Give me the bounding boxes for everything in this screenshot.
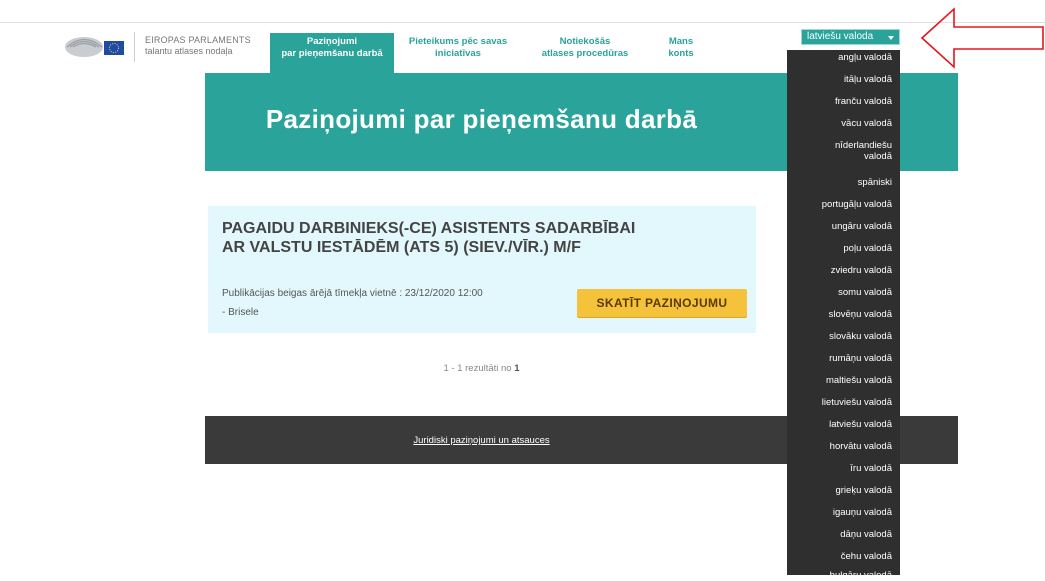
language-option[interactable]: somu valodā bbox=[792, 287, 892, 298]
language-option[interactable]: čehu valodā bbox=[792, 551, 892, 562]
nav-label-line2: atlases procedūras bbox=[541, 48, 629, 59]
logo-separator bbox=[134, 32, 135, 62]
language-option[interactable]: maltiešu valodā bbox=[792, 375, 892, 386]
caret-down-icon bbox=[888, 36, 894, 40]
results-text: 1 - 1 rezultāti no bbox=[443, 363, 515, 374]
language-option[interactable]: angļu valodā bbox=[792, 52, 892, 63]
selected-language: latviešu valoda bbox=[807, 31, 874, 42]
language-option[interactable]: horvātu valodā bbox=[792, 441, 892, 452]
nav-spontaneous-application[interactable]: Pieteikums pēc savas iniciatīvas bbox=[402, 33, 514, 73]
language-option[interactable]: poļu valodā bbox=[792, 243, 892, 254]
results-total: 1 bbox=[514, 363, 520, 374]
nav-ongoing-selections[interactable]: Notiekošās atlases procedūras bbox=[533, 33, 637, 73]
legal-notice-link[interactable]: Juridiski paziņojumi un atsauces bbox=[205, 435, 758, 446]
nav-label-line1: Pieteikums pēc savas bbox=[408, 36, 508, 47]
org-unit: talantu atlases nodaļa bbox=[145, 46, 233, 56]
language-option[interactable]: īru valodā bbox=[792, 463, 892, 474]
language-option[interactable]: zviedru valodā bbox=[792, 265, 892, 276]
language-option[interactable]: rumāņu valodā bbox=[792, 353, 892, 364]
results-count: 1 - 1 rezultāti no 1 bbox=[205, 363, 758, 374]
nav-label-line1: Paziņojumi bbox=[306, 36, 358, 47]
page-title: Paziņojumi par pieņemšanu darbā bbox=[265, 104, 698, 134]
job-location: - Brisele bbox=[222, 307, 259, 318]
european-parliament-logo[interactable] bbox=[62, 30, 132, 64]
nav-label-line2: par pieņemšanu darbā bbox=[281, 48, 383, 59]
language-option[interactable]: igauņu valodā bbox=[792, 507, 892, 518]
view-notice-button[interactable]: SKATĪT PAZIŅOJUMU bbox=[577, 289, 747, 317]
language-option[interactable]: ungāru valodā bbox=[792, 221, 892, 232]
nav-label-line1: Notiekošās bbox=[559, 36, 611, 47]
language-option[interactable]: slovēņu valodā bbox=[792, 309, 892, 320]
language-option[interactable]: bulgāru valodā bbox=[792, 570, 892, 581]
language-option[interactable]: dāņu valodā bbox=[792, 529, 892, 540]
nav-label-line1: Mans bbox=[668, 36, 694, 47]
language-option[interactable]: latviešu valodā bbox=[792, 419, 892, 430]
language-option[interactable]: portugāļu valodā bbox=[792, 199, 892, 210]
language-option[interactable]: nīderlandiešu valodā bbox=[830, 140, 892, 162]
nav-my-account[interactable]: Mans konts bbox=[655, 33, 707, 73]
language-option[interactable]: lietuviešu valodā bbox=[792, 397, 892, 408]
org-name: EIROPAS PARLAMENTS bbox=[145, 35, 251, 45]
publication-deadline: Publikācijas beigas ārējā tīmekļa vietnē… bbox=[222, 288, 483, 299]
nav-label-line2: konts bbox=[668, 48, 694, 59]
language-selector[interactable]: latviešu valoda bbox=[801, 29, 900, 45]
organization-name: EIROPAS PARLAMENTS talantu atlases nodaļ… bbox=[145, 35, 251, 57]
language-option[interactable]: spāniski bbox=[792, 177, 892, 188]
language-option[interactable]: itāļu valodā bbox=[792, 74, 892, 85]
job-title[interactable]: PAGAIDU DARBINIEKS(-CE) ASISTENTS SADARB… bbox=[222, 219, 642, 257]
language-option[interactable]: franču valodā bbox=[792, 96, 892, 107]
language-option[interactable]: grieķu valodā bbox=[792, 485, 892, 496]
nav-label-line2: iniciatīvas bbox=[435, 48, 481, 59]
red-arrow-annotation bbox=[920, 7, 1044, 69]
nav-job-notices[interactable]: Paziņojumi par pieņemšanu darbā bbox=[270, 33, 394, 73]
language-option[interactable]: vācu valodā bbox=[792, 118, 892, 129]
language-option[interactable]: slovāku valodā bbox=[792, 331, 892, 342]
